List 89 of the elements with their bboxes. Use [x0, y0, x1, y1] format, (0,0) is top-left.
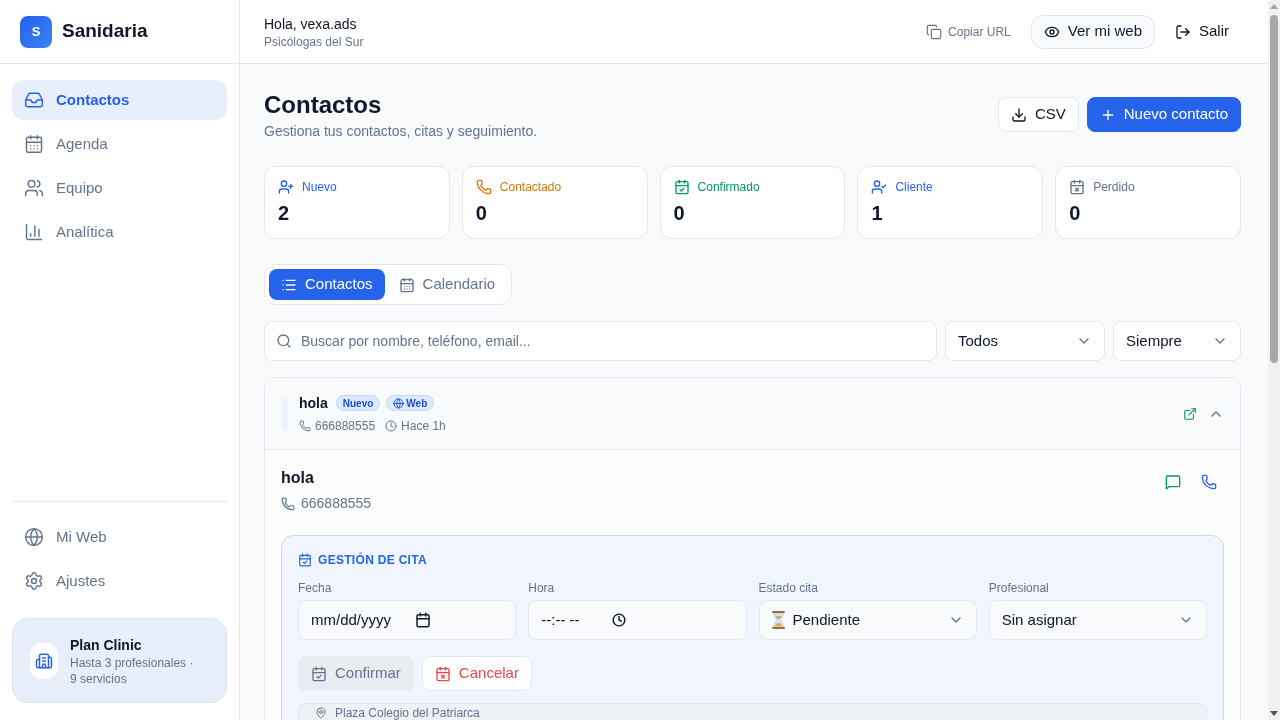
nav-item[interactable]: Equipo — [12, 168, 227, 208]
stat-label: Nuevo — [302, 179, 337, 195]
external-link-icon[interactable] — [1183, 406, 1197, 421]
calendar-icon — [415, 612, 431, 628]
calendar-check-icon — [311, 665, 327, 682]
stat-label: Cliente — [895, 179, 933, 195]
search-icon — [276, 333, 292, 349]
scrollbar[interactable] — [1268, 0, 1280, 720]
filter-select[interactable]: Todos — [945, 321, 1105, 361]
calendar-icon — [24, 134, 44, 154]
nav-item[interactable]: Analítica — [12, 212, 227, 252]
plan-card[interactable]: Plan Clinic Hasta 3 profesionales · 9 servicios — [12, 618, 227, 703]
user-plus-icon — [278, 179, 294, 195]
plan-name: Plan Clinic — [70, 635, 143, 655]
message-icon — [1165, 474, 1181, 490]
status-select[interactable]: Pendiente — [758, 600, 977, 640]
field-label: Hora — [528, 580, 556, 596]
page-subtitle: Gestiona tus contactos, citas y seguimiento. — [264, 122, 538, 141]
greeting-text: Hola, vexa.ads — [264, 14, 358, 34]
nav-item[interactable]: Contactos — [12, 80, 227, 120]
view-tab[interactable]: Calendario — [386, 269, 508, 300]
bar-chart-icon — [24, 222, 44, 242]
source-badge: Web — [386, 395, 435, 411]
copy-url-link[interactable]: Copiar URL — [926, 22, 1011, 41]
contact-name: hola — [299, 393, 328, 413]
brand-logo[interactable]: S — [20, 15, 52, 48]
scroll-up-icon[interactable] — [1270, 4, 1278, 9]
csv-button[interactable]: CSV — [997, 97, 1079, 132]
stat-label: Confirmado — [697, 179, 760, 195]
nav-item[interactable]: Ajustes — [12, 561, 227, 601]
calendar-icon — [398, 276, 415, 293]
inbox-icon — [24, 90, 44, 110]
time-field[interactable]: --:-- -- — [528, 600, 747, 640]
phone-icon — [1201, 474, 1217, 490]
copy-icon — [926, 23, 943, 40]
settings-icon — [24, 571, 44, 591]
status-badge: Nuevo — [335, 395, 381, 411]
phone-icon — [299, 419, 311, 432]
time-ago: Hace 1h — [401, 417, 446, 435]
clock-icon — [611, 613, 626, 627]
globe-icon — [24, 527, 44, 547]
stat-label: Contactado — [499, 179, 562, 195]
download-icon — [1010, 106, 1027, 123]
phone-icon — [281, 496, 295, 511]
globe-icon — [393, 397, 405, 409]
panel-title: GESTIÓN DE CITA — [318, 552, 427, 568]
calendar-check-icon — [673, 179, 690, 195]
stat-value: 0 — [673, 201, 686, 226]
logout-button[interactable]: Salir — [1163, 14, 1241, 49]
stat-value: 2 — [278, 201, 291, 226]
view-site-button[interactable]: Ver mi web — [1030, 14, 1155, 49]
scroll-down-icon[interactable] — [1270, 711, 1278, 716]
organization-name: Psicólogas del Sur — [264, 33, 364, 50]
stat-label: Perdido — [1093, 179, 1135, 195]
stat-value: 0 — [1069, 201, 1082, 226]
phone-number: 666888555 — [315, 417, 376, 435]
calendar-x-icon — [434, 665, 451, 682]
hourglass-icon — [771, 611, 785, 629]
field-label: Profesional — [988, 580, 1050, 596]
view-tab[interactable]: Contactos — [269, 269, 385, 300]
nav-item[interactable]: Mi Web — [12, 517, 227, 557]
plan-details: Hasta 3 profesionales · 9 servicios — [70, 654, 195, 687]
filter-select[interactable]: Siempre — [1113, 321, 1241, 361]
address-text: Plaza Colegio del Patriarca — [335, 707, 480, 719]
logout-icon — [1175, 23, 1191, 40]
building-icon — [30, 642, 58, 679]
user-check-icon — [871, 179, 888, 195]
contact-header[interactable]: hola Nuevo Web 666888555 Hace 1h — [265, 378, 1240, 450]
calendar-x-icon — [1069, 179, 1086, 195]
contact-name: hola — [281, 468, 315, 488]
nav-item[interactable]: Agenda — [12, 124, 227, 164]
cancel-button[interactable]: Cancelar — [421, 656, 532, 691]
brand-name: Sanidaria — [62, 19, 148, 44]
page-title: Contactos — [264, 90, 383, 120]
phone-icon — [475, 179, 492, 195]
clock-icon — [385, 419, 398, 432]
map-pin-icon — [315, 707, 327, 719]
calendar-check-icon — [298, 553, 312, 567]
users-icon — [24, 178, 44, 198]
field-label: Estado cita — [758, 580, 819, 596]
date-field[interactable]: mm/dd/yyyy — [298, 600, 517, 640]
select-dropdown[interactable]: Sin asignar — [988, 600, 1207, 640]
search-field[interactable]: Buscar por nombre, teléfono, email... — [264, 321, 937, 361]
stat-value: 0 — [475, 201, 488, 226]
field-label: Fecha — [298, 580, 333, 596]
stat-value: 1 — [871, 201, 884, 226]
phone-number: 666888555 — [301, 494, 372, 513]
scrollbar-thumb[interactable] — [1270, 15, 1278, 363]
new-contact-button[interactable]: Nuevo contacto — [1086, 97, 1241, 132]
